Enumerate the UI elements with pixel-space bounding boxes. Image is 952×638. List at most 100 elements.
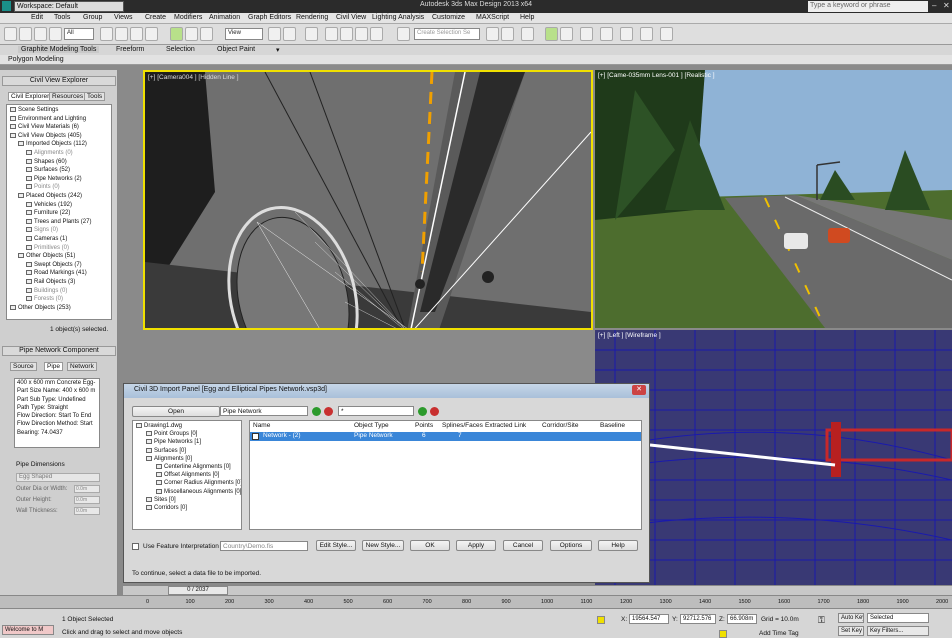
row-checkbox[interactable] xyxy=(252,433,259,440)
col-name[interactable]: Name xyxy=(253,422,270,429)
render-icon[interactable] xyxy=(660,27,673,41)
drawing-tree-item[interactable]: Offset Alignments [0] xyxy=(156,472,219,478)
render-setup-icon[interactable] xyxy=(620,27,633,41)
undo-icon[interactable] xyxy=(4,27,17,41)
ribbon-options-icon[interactable]: ▾ xyxy=(276,46,280,54)
snaps-toggle-icon[interactable] xyxy=(325,27,338,41)
outer-width-input[interactable]: 0.0m xyxy=(74,485,100,493)
tree-item[interactable]: Buildings (0) xyxy=(26,287,67,294)
menu-rendering[interactable]: Rendering xyxy=(296,14,328,21)
options-button[interactable]: Options xyxy=(550,540,592,551)
menu-modifiers[interactable]: Modifiers xyxy=(174,14,202,21)
col-object-type[interactable]: Object Type xyxy=(354,422,389,429)
tab-pipe[interactable]: Pipe xyxy=(44,362,64,371)
tab-tools[interactable]: Tools xyxy=(84,92,106,101)
menu-edit[interactable]: Edit xyxy=(31,14,43,21)
drawing-tree-item[interactable]: Sites [0] xyxy=(146,496,176,503)
ok-button[interactable]: OK xyxy=(410,540,450,551)
menu-group[interactable]: Group xyxy=(83,14,102,21)
drawing-tree-item[interactable]: Point Groups [0] xyxy=(146,431,197,437)
tree-item[interactable]: Environment and Lighting xyxy=(10,115,86,122)
close-icon[interactable]: ✕ xyxy=(943,1,950,10)
curve-editor-icon[interactable] xyxy=(560,27,573,41)
menu-tools[interactable]: Tools xyxy=(54,14,70,21)
feature-interpretation-checkbox[interactable] xyxy=(132,543,139,550)
time-tag-icon[interactable] xyxy=(719,630,727,638)
move-icon[interactable] xyxy=(170,27,183,41)
tree-item[interactable]: Forests (0) xyxy=(26,296,63,302)
new-style-button[interactable]: New Style... xyxy=(362,540,404,551)
scale-icon[interactable] xyxy=(200,27,213,41)
layer-manager-icon[interactable] xyxy=(521,27,534,41)
menu-maxscript[interactable]: MAXScript xyxy=(476,14,509,21)
tab-graphite-modeling-tools[interactable]: Graphite Modeling Tools xyxy=(18,46,100,53)
percent-snap-icon[interactable] xyxy=(355,27,368,41)
tab-civil-explorer[interactable]: Civil Explorer xyxy=(8,92,53,101)
drawing-tree-item[interactable]: Alignments [0] xyxy=(146,455,192,462)
drawing-tree-item[interactable]: Surfaces [0] xyxy=(146,447,186,454)
frame-indicator[interactable]: 0 / 2037 xyxy=(168,586,228,595)
tree-item[interactable]: Rail Objects (3) xyxy=(26,279,75,285)
tree-item[interactable]: Points (0) xyxy=(26,184,60,190)
tree-item[interactable]: Trees and Plants (27) xyxy=(26,218,91,225)
viewport-camera-hidden-line[interactable]: [+] [Camera004 ] [Hidden Line ] xyxy=(143,70,593,330)
named-selection-input[interactable]: Create Selection Se xyxy=(414,28,480,40)
angle-snap-icon[interactable] xyxy=(340,27,353,41)
tree-item[interactable]: Civil View Materials (6) xyxy=(10,124,79,130)
tree-item[interactable]: Vehicles (192) xyxy=(26,201,72,208)
drawing-tree-item[interactable]: Centerline Alignments [0] xyxy=(156,464,231,470)
menu-help[interactable]: Help xyxy=(520,14,534,21)
tree-item[interactable]: Signs (0) xyxy=(26,227,58,233)
viewport-label[interactable]: [+] [Camera004 ] [Hidden Line ] xyxy=(148,74,239,81)
menu-create[interactable]: Create xyxy=(145,14,166,21)
z-coordinate[interactable]: 66.908m xyxy=(727,614,757,624)
tree-item[interactable]: Placed Objects (242) xyxy=(18,193,82,199)
cancel-button[interactable]: Cancel xyxy=(503,540,543,551)
tab-object-paint[interactable]: Object Paint xyxy=(217,46,255,53)
menu-views[interactable]: Views xyxy=(114,14,133,21)
set-key-button[interactable]: Set Key xyxy=(838,626,864,636)
rotate-icon[interactable] xyxy=(185,27,198,41)
select-object-icon[interactable] xyxy=(100,27,113,41)
key-filters-button[interactable]: Key Filters... xyxy=(867,626,929,636)
select-manipulate-icon[interactable] xyxy=(283,27,296,41)
drawing-tree-item[interactable]: Corner Radius Alignments [0] xyxy=(156,480,241,486)
tree-item[interactable]: Cameras (1) xyxy=(26,236,67,242)
drawing-tree-item[interactable]: Miscellaneous Alignments [0] xyxy=(156,488,241,495)
auto-key-button[interactable]: Auto Key xyxy=(838,613,864,623)
tree-item[interactable]: Imported Objects (112) xyxy=(18,141,87,147)
align-icon[interactable] xyxy=(501,27,514,41)
window-crossing-icon[interactable] xyxy=(145,27,158,41)
rendered-frame-icon[interactable] xyxy=(640,27,653,41)
link-icon[interactable] xyxy=(34,27,47,41)
tab-freeform[interactable]: Freeform xyxy=(116,46,144,53)
menu-lighting-analysis[interactable]: Lighting Analysis xyxy=(372,14,424,21)
key-mode-select[interactable]: Selected xyxy=(867,613,929,623)
tree-item[interactable]: Surfaces (52) xyxy=(26,167,70,173)
selection-region-icon[interactable] xyxy=(130,27,143,41)
outer-height-input[interactable]: 0.0m xyxy=(74,496,100,504)
edit-named-selection-icon[interactable] xyxy=(397,27,410,41)
track-bar[interactable]: 0 100 200 300 400 500 600 700 800 900 1000 1100 1200… xyxy=(0,595,952,608)
tree-item[interactable]: Other Objects (51) xyxy=(18,253,75,259)
keyboard-shortcut-icon[interactable] xyxy=(305,27,318,41)
drawing-tree-item[interactable]: Pipe Networks [1] xyxy=(146,439,201,445)
add-time-tag[interactable]: Add Time Tag xyxy=(759,630,799,637)
tree-item[interactable]: Civil View Objects (405) xyxy=(10,132,82,139)
tree-item[interactable]: Furniture (22) xyxy=(26,210,70,216)
menu-civil-view[interactable]: Civil View xyxy=(336,14,366,21)
y-coordinate[interactable]: 92712.576 xyxy=(680,614,716,624)
col-splines-faces[interactable]: Splines/Faces xyxy=(442,422,483,429)
graphite-toggle-icon[interactable] xyxy=(545,27,558,41)
remove-icon[interactable] xyxy=(324,407,333,416)
tab-network[interactable]: Network xyxy=(67,362,97,371)
reference-coordinate-select[interactable]: View xyxy=(225,28,263,40)
menu-animation[interactable]: Animation xyxy=(209,14,240,21)
wall-thickness-input[interactable]: 0.0m xyxy=(74,507,100,515)
tree-item[interactable]: Other Objects (253) xyxy=(10,304,71,311)
dialog-close-button[interactable]: ✕ xyxy=(632,385,646,395)
tab-resources[interactable]: Resources xyxy=(49,92,87,101)
tree-item[interactable]: Primitives (0) xyxy=(26,244,69,251)
viewport-label[interactable]: [+] [Left ] [Wireframe ] xyxy=(598,332,661,339)
viewport-label[interactable]: [+] [Came-035mm Lens-001 ] [Realistic ] xyxy=(598,72,715,79)
